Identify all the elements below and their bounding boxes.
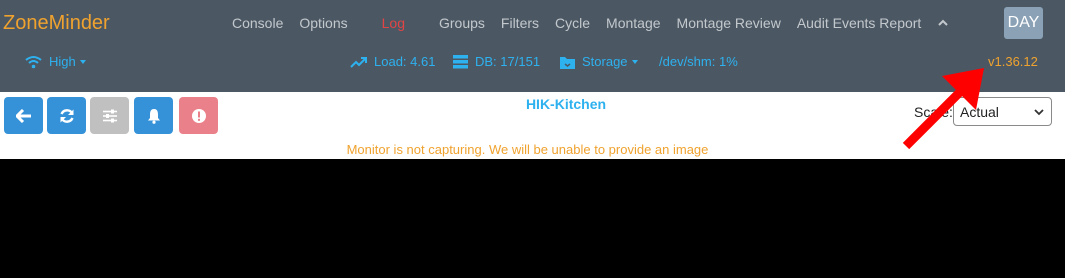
wifi-icon bbox=[25, 55, 42, 68]
storage-dropdown[interactable]: Storage bbox=[560, 54, 638, 69]
annotation-arrow-icon bbox=[902, 68, 984, 150]
arrow-left-icon bbox=[15, 108, 31, 123]
nav-montage-review[interactable]: Montage Review bbox=[669, 15, 789, 31]
brand-logo[interactable]: ZoneMinder bbox=[3, 12, 110, 35]
chevron-up-icon[interactable] bbox=[929, 15, 957, 31]
db-value: DB: 17/151 bbox=[475, 54, 541, 69]
refresh-icon bbox=[59, 108, 74, 123]
shm-value: /dev/shm: 1% bbox=[659, 54, 738, 69]
back-button[interactable] bbox=[4, 97, 43, 134]
monitor-title: HIK-Kitchen bbox=[525, 96, 607, 112]
nav-montage[interactable]: Montage bbox=[598, 15, 668, 31]
nav-log[interactable]: Log bbox=[356, 15, 431, 31]
load-indicator: Load: 4.61 bbox=[350, 54, 435, 69]
caret-down-icon bbox=[631, 59, 638, 64]
main-menu: Console Options Log Groups Filters Cycle… bbox=[224, 15, 957, 31]
nav-options[interactable]: Options bbox=[291, 15, 355, 31]
sliders-icon bbox=[102, 109, 117, 122]
alert-button[interactable] bbox=[179, 97, 218, 134]
shm-indicator: /dev/shm: 1% bbox=[659, 54, 738, 69]
alarm-button[interactable] bbox=[134, 97, 173, 134]
nav-cycle[interactable]: Cycle bbox=[547, 15, 598, 31]
refresh-button[interactable] bbox=[47, 97, 86, 134]
trend-up-icon bbox=[350, 56, 367, 68]
exclamation-icon bbox=[191, 108, 206, 123]
db-indicator[interactable]: DB: 17/151 bbox=[453, 54, 540, 69]
settings-button[interactable] bbox=[90, 97, 129, 134]
nav-groups[interactable]: Groups bbox=[431, 15, 493, 31]
bandwidth-label: High bbox=[49, 54, 76, 69]
nav-filters[interactable]: Filters bbox=[493, 15, 547, 31]
folder-icon bbox=[560, 56, 575, 69]
version-label[interactable]: v1.36.12 bbox=[988, 54, 1038, 69]
zoneminder-watch-page: ZoneMinder Console Options Log Groups Fi… bbox=[0, 0, 1065, 278]
bell-icon bbox=[147, 108, 160, 124]
nav-audit-events-report[interactable]: Audit Events Report bbox=[789, 15, 930, 31]
storage-label: Storage bbox=[582, 54, 628, 69]
nav-console[interactable]: Console bbox=[224, 15, 291, 31]
capture-warning: Monitor is not capturing. We will be una… bbox=[346, 142, 709, 157]
day-night-toggle-button[interactable]: DAY bbox=[1004, 7, 1043, 39]
video-stream-area bbox=[0, 159, 1065, 278]
caret-down-icon bbox=[79, 59, 86, 64]
database-icon bbox=[453, 54, 468, 68]
bandwidth-dropdown[interactable]: High bbox=[25, 54, 86, 69]
chevron-down-icon bbox=[1034, 109, 1044, 116]
load-value: Load: 4.61 bbox=[374, 54, 436, 69]
